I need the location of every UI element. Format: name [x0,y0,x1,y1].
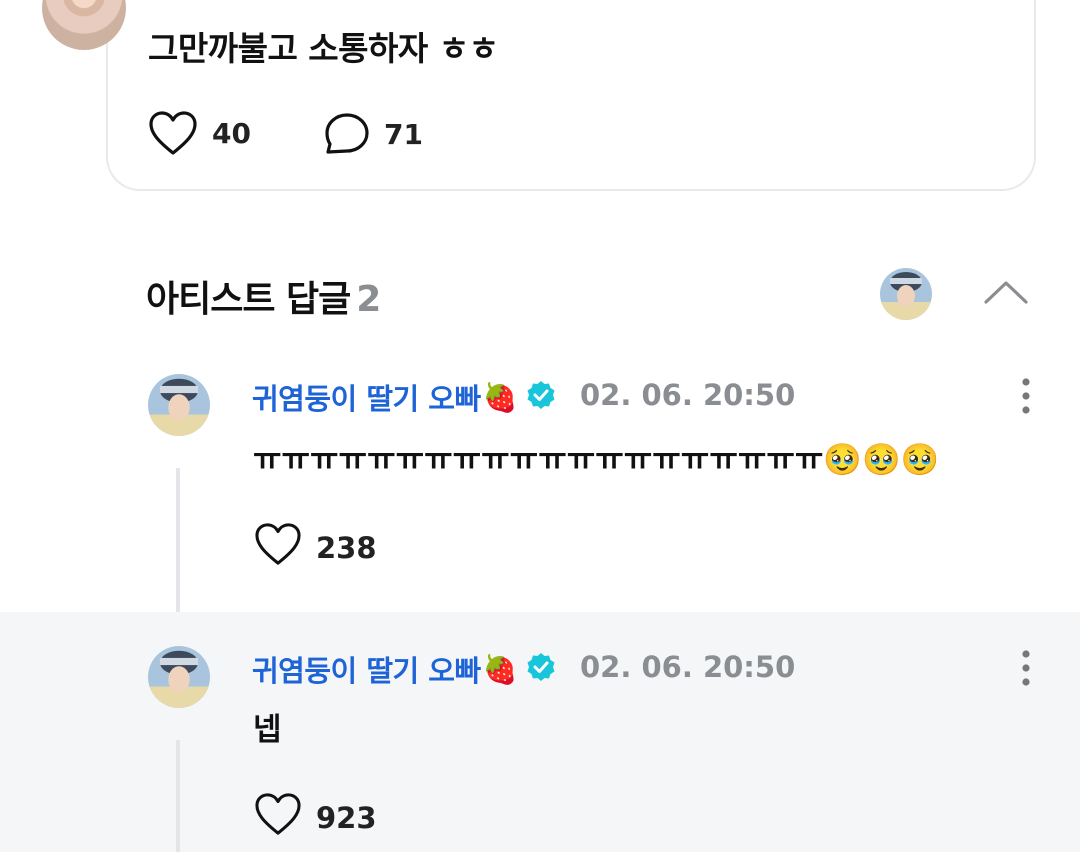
reply-like-button[interactable]: 238 [254,522,377,573]
thread-line [176,740,180,852]
heart-outline-icon [254,522,302,573]
reply-item: 귀염둥이 딸기 오빠 🍓 02. 06. 20:50 ㅠㅠㅠㅠㅠㅠㅠㅠㅠㅠㅠㅠㅠㅠ… [0,340,1080,612]
post-like-button[interactable]: 40 [148,110,251,156]
more-options-button[interactable] [1014,648,1038,688]
reply-like-count: 238 [316,530,377,565]
reply-like-button[interactable]: 923 [254,792,377,843]
collapse-button[interactable] [982,276,1030,308]
kebab-menu-icon [1014,650,1038,692]
artist-replies-header: 아티스트 답글 2 [146,270,381,322]
section-count: 2 [356,279,381,320]
reply-like-count: 923 [316,800,377,835]
reply-author-name[interactable]: 귀염둥이 딸기 오빠 🍓 [252,376,518,418]
reply-date: 02. 06. 20:50 [580,650,796,684]
post-text: 그만까불고 소통하자 ㅎㅎ [148,29,499,68]
strawberry-emoji: 🍓 [482,652,518,686]
verified-badge-icon [526,380,556,410]
section-title: 아티스트 답글 [146,279,351,320]
artist-avatar[interactable] [880,268,932,320]
kebab-menu-icon [1014,378,1038,420]
post-comment-count: 71 [384,117,423,151]
reply-body: 넵 [253,712,282,748]
speech-bubble-icon [324,112,370,156]
heart-outline-icon [148,110,198,156]
reply-body: ㅠㅠㅠㅠㅠㅠㅠㅠㅠㅠㅠㅠㅠㅠㅠㅠㅠㅠㅠㅠ🥹🥹🥹 [253,442,940,478]
reply-item: 귀염둥이 딸기 오빠 🍓 02. 06. 20:50 넵 923 [0,612,1080,852]
heart-outline-icon [254,792,302,843]
post-like-count: 40 [212,116,251,150]
reply-author-avatar[interactable] [148,374,210,436]
more-options-button[interactable] [1014,376,1038,416]
verified-badge-icon [526,652,556,682]
strawberry-emoji: 🍓 [482,380,518,414]
reply-author-name[interactable]: 귀염둥이 딸기 오빠 🍓 [252,648,518,690]
reply-author-avatar[interactable] [148,646,210,708]
reply-date: 02. 06. 20:50 [580,378,796,412]
chevron-up-icon [982,281,1030,312]
thread-line [176,468,180,612]
post-comment-button[interactable]: 71 [324,112,423,156]
